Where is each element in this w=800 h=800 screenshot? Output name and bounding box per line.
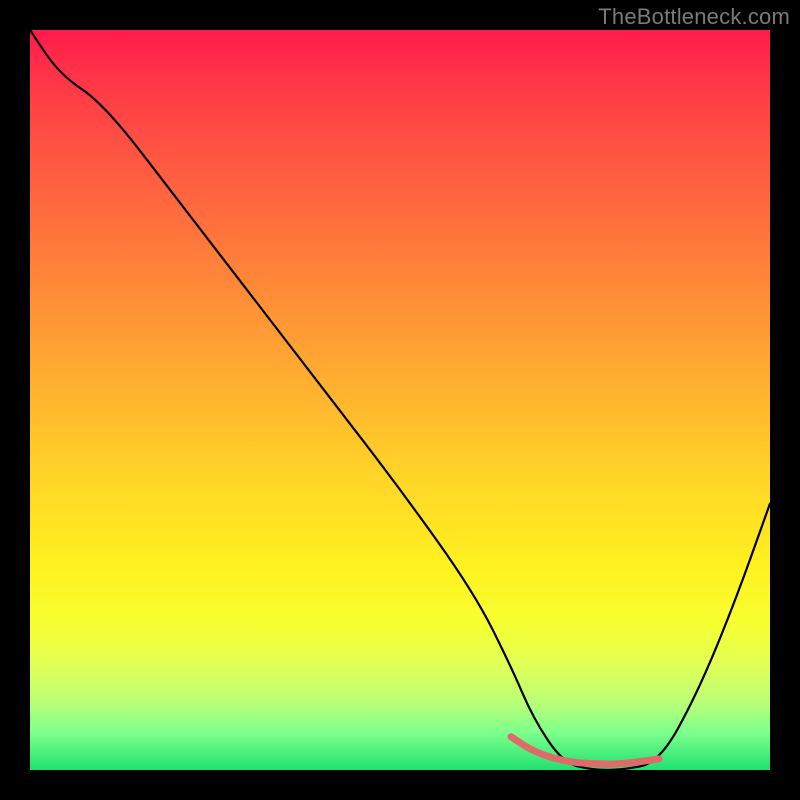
- main-curve: [30, 30, 770, 770]
- accent-curve: [511, 737, 659, 764]
- attribution-text: TheBottleneck.com: [598, 4, 790, 30]
- curve-svg: [30, 30, 770, 770]
- plot-area: [30, 30, 770, 770]
- chart-container: TheBottleneck.com: [0, 0, 800, 800]
